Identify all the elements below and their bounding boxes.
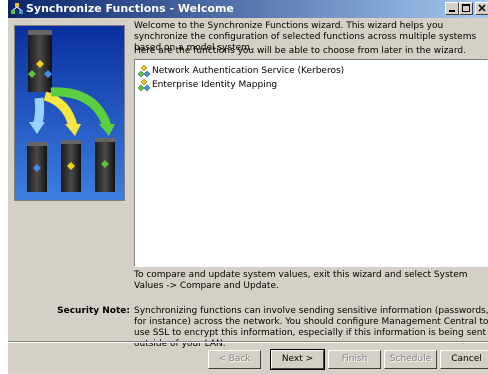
wizard-window: Synchronize Functions - Welcome Welcome …: [8, 0, 488, 374]
functions-list[interactable]: Network Authentication Service (Kerberos…: [134, 59, 488, 267]
minimize-button[interactable]: [445, 2, 459, 15]
function-icon: [138, 65, 150, 77]
next-button[interactable]: Next >: [270, 349, 325, 370]
list-item-label: Network Authentication Service (Kerberos…: [152, 66, 345, 76]
minimize-icon: [449, 10, 455, 12]
title-bar[interactable]: Synchronize Functions - Welcome: [8, 0, 488, 18]
security-note-label: Security Note:: [57, 306, 130, 316]
wizard-illustration: [14, 25, 125, 201]
security-note-text: Synchronizing functions can involve send…: [134, 306, 488, 349]
button-separator: [8, 341, 488, 343]
cancel-button[interactable]: Cancel: [440, 350, 488, 369]
close-icon: [478, 4, 486, 12]
back-button[interactable]: < Back: [208, 350, 261, 369]
close-button[interactable]: [475, 2, 488, 15]
compare-text: To compare and update system values, exi…: [134, 270, 468, 291]
list-item-label: Enterprise Identity Mapping: [152, 80, 278, 90]
intro-text: Here are the functions you will be able …: [134, 46, 466, 56]
finish-button[interactable]: Finish: [328, 350, 381, 369]
window-title: Synchronize Functions - Welcome: [26, 2, 234, 15]
function-icon: [138, 79, 150, 91]
synchronize-app-icon: [11, 3, 23, 14]
schedule-button[interactable]: Schedule: [384, 350, 437, 369]
maximize-icon: [462, 4, 470, 12]
maximize-button[interactable]: [459, 2, 473, 15]
server-sync-illustration: [15, 26, 124, 200]
